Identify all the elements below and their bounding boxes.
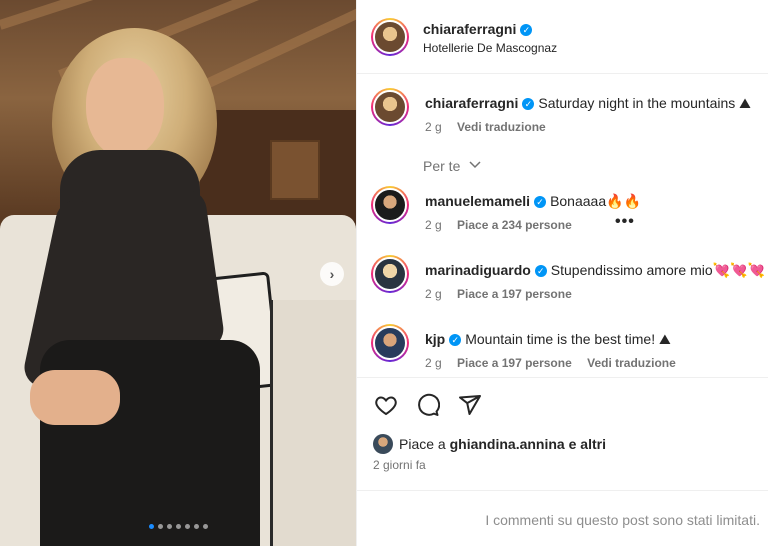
divider xyxy=(357,377,768,378)
post-location[interactable]: Hotellerie De Mascognaz xyxy=(423,41,557,55)
see-translation-link[interactable]: Vedi traduzione xyxy=(457,120,546,134)
comment-time[interactable]: 2 g xyxy=(425,218,442,232)
author-username[interactable]: chiaraferragni xyxy=(423,21,516,37)
comment-likes[interactable]: Piace a 234 persone xyxy=(457,218,572,232)
chevron-down-icon xyxy=(469,161,481,169)
share-button[interactable] xyxy=(457,392,483,418)
more-options-icon[interactable]: ••• xyxy=(615,213,635,231)
comment-icon xyxy=(418,393,440,416)
post-timestamp: 2 giorni fa xyxy=(373,458,426,472)
pagination-dot xyxy=(193,524,199,529)
verified-icon: ✓ xyxy=(534,196,547,208)
caption-time[interactable]: 2 g xyxy=(425,120,442,134)
caption-text: Saturday night in the mountains ⛰ xyxy=(538,95,751,111)
caption-username[interactable]: chiaraferragni xyxy=(425,95,518,111)
likes-suffix[interactable]: e altri xyxy=(569,436,606,452)
comment-likes[interactable]: Piace a 197 persone xyxy=(457,356,572,370)
commenter-avatar[interactable] xyxy=(371,186,409,224)
commenter-avatar[interactable] xyxy=(371,255,409,293)
like-button[interactable] xyxy=(373,392,399,418)
verified-icon: ✓ xyxy=(522,98,535,110)
comment-button[interactable] xyxy=(415,392,441,418)
author-avatar[interactable] xyxy=(371,88,409,126)
pagination-dot xyxy=(157,524,163,529)
next-photo-button[interactable]: › xyxy=(320,262,344,286)
post-photo xyxy=(0,0,356,546)
likes-summary[interactable]: Piace a ghiandina.annina e altri xyxy=(373,434,606,454)
pagination-dot xyxy=(166,524,172,529)
verified-icon: ✓ xyxy=(534,265,547,277)
divider xyxy=(357,490,768,491)
photo-pagination xyxy=(0,524,356,529)
heart-icon xyxy=(375,396,397,416)
comment-time[interactable]: 2 g xyxy=(425,356,442,370)
comment-time[interactable]: 2 g xyxy=(425,287,442,301)
divider xyxy=(357,73,768,74)
comment-likes[interactable]: Piace a 197 persone xyxy=(457,287,572,301)
commenter-avatar[interactable] xyxy=(371,324,409,362)
liker-avatar xyxy=(373,434,393,454)
verified-icon: ✓ xyxy=(520,24,533,36)
liker-username[interactable]: ghiandina.annina xyxy=(450,436,565,452)
for-you-filter[interactable]: Per te xyxy=(423,158,482,174)
pagination-dot xyxy=(148,524,154,529)
see-translation-link[interactable]: Vedi traduzione xyxy=(587,356,676,370)
comment-username[interactable]: kjp xyxy=(425,331,445,347)
comment-text: Mountain time is the best time! ⛰ xyxy=(465,331,671,347)
verified-icon: ✓ xyxy=(449,334,462,346)
pagination-dot xyxy=(175,524,181,529)
comment-text: Bonaaaa🔥🔥 xyxy=(550,193,641,209)
for-you-label: Per te xyxy=(423,158,461,174)
comment-username[interactable]: marinadiguardo xyxy=(425,262,531,278)
likes-prefix: Piace a xyxy=(399,436,446,452)
comments-limited-notice: I commenti su questo post sono stati lim… xyxy=(485,512,760,528)
comment-text: Stupendissimo amore mio💘💘💘 xyxy=(550,262,765,278)
author-avatar[interactable] xyxy=(371,18,409,56)
pagination-dot xyxy=(184,524,190,529)
send-icon xyxy=(459,395,481,415)
comment-username[interactable]: manuelemameli xyxy=(425,193,530,209)
post-side-panel: chiaraferragni ✓ Hotellerie De Mascognaz … xyxy=(356,0,768,546)
pagination-dot xyxy=(202,524,208,529)
post-actions xyxy=(373,392,483,418)
